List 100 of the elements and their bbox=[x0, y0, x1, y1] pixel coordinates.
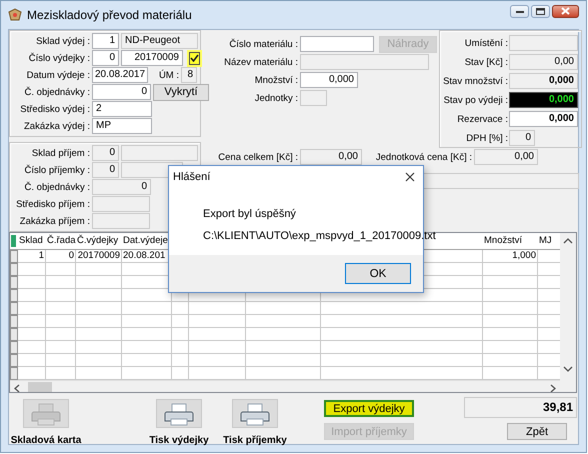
row-header[interactable] bbox=[10, 263, 18, 276]
input-field[interactable]: 0 bbox=[509, 130, 535, 146]
field-label: Stav množství : bbox=[442, 76, 508, 86]
input-field[interactable]: 0,000 bbox=[509, 92, 578, 108]
input-field[interactable]: 0 bbox=[92, 145, 119, 161]
input-field[interactable]: 2 bbox=[92, 101, 152, 117]
column-header[interactable]: Dat.výdeje bbox=[122, 233, 172, 249]
table-cell bbox=[189, 315, 246, 328]
button[interactable]: Vykrytí bbox=[153, 84, 209, 100]
checkbox[interactable] bbox=[189, 52, 200, 64]
maximize-button[interactable] bbox=[531, 4, 550, 18]
minimize-icon bbox=[516, 10, 524, 12]
window-title: Meziskladový převod materiálu bbox=[27, 8, 193, 22]
table-cell bbox=[18, 354, 46, 367]
row-header[interactable] bbox=[10, 250, 18, 263]
table-cell bbox=[18, 302, 46, 315]
ok-button[interactable]: OK bbox=[345, 263, 411, 284]
table-cell bbox=[76, 302, 122, 315]
field-label: ÚM : bbox=[158, 70, 179, 80]
row-header[interactable] bbox=[10, 289, 18, 302]
column-header[interactable]: Množství bbox=[483, 233, 538, 249]
input-field[interactable] bbox=[300, 90, 327, 106]
column-header[interactable]: MJ bbox=[538, 233, 560, 249]
table-cell bbox=[18, 328, 46, 341]
back-button[interactable]: Zpět bbox=[507, 423, 567, 440]
input-field[interactable]: 0 bbox=[92, 179, 151, 195]
field-label: Středisko výdej : bbox=[19, 104, 90, 114]
field-label: Rezervace : bbox=[456, 114, 508, 124]
field-label: Číslo příjemky : bbox=[24, 164, 90, 176]
scrollbar-thumb[interactable] bbox=[28, 382, 52, 392]
table-cell bbox=[76, 328, 122, 341]
field-label: Zakázka příjem : bbox=[18, 216, 90, 226]
table-cell bbox=[483, 315, 538, 328]
table-cell bbox=[46, 276, 76, 289]
table-cell: 1,000 bbox=[483, 250, 538, 263]
input-field[interactable]: 0 bbox=[92, 162, 119, 178]
input-field[interactable] bbox=[92, 196, 150, 212]
field-label: Číslo materiálu : bbox=[228, 38, 298, 50]
table-cell bbox=[76, 289, 122, 302]
row-header[interactable] bbox=[10, 315, 18, 328]
table-cell bbox=[172, 354, 189, 367]
minimize-button[interactable] bbox=[510, 4, 529, 18]
table-cell bbox=[189, 328, 246, 341]
row-header[interactable] bbox=[10, 328, 18, 341]
column-header[interactable]: Č.výdejky bbox=[76, 233, 122, 249]
input-field[interactable] bbox=[300, 36, 374, 52]
input-field[interactable]: MP bbox=[92, 118, 152, 134]
input-field[interactable] bbox=[121, 145, 198, 161]
input-field[interactable]: 0,000 bbox=[509, 73, 578, 89]
input-field[interactable]: 1 bbox=[92, 33, 119, 49]
table-cell bbox=[76, 315, 122, 328]
row-header[interactable] bbox=[10, 341, 18, 354]
field-label: Množství : bbox=[254, 74, 298, 86]
table-cell bbox=[46, 328, 76, 341]
table-cell bbox=[46, 354, 76, 367]
export-button[interactable]: Export výdejky bbox=[324, 400, 414, 417]
input-field[interactable]: 0,00 bbox=[300, 149, 362, 165]
input-field[interactable]: 39,81 bbox=[464, 397, 577, 418]
printer-icon bbox=[31, 402, 61, 426]
field-label: Stav po výdeji : bbox=[442, 94, 508, 106]
input-field[interactable]: 0 bbox=[92, 84, 151, 100]
column-marker-icon bbox=[11, 235, 16, 247]
field-label: Umístění : bbox=[464, 38, 508, 48]
input-field[interactable] bbox=[92, 213, 150, 229]
row-header[interactable] bbox=[10, 354, 18, 367]
maximize-icon bbox=[536, 8, 545, 14]
row-header[interactable] bbox=[10, 302, 18, 315]
input-field[interactable] bbox=[300, 54, 429, 70]
field-label: Název materiálu : bbox=[223, 56, 298, 68]
input-field[interactable] bbox=[509, 35, 578, 51]
tool-label: Skladová karta bbox=[10, 435, 82, 446]
print-button[interactable] bbox=[232, 399, 278, 428]
input-field[interactable]: 0 bbox=[92, 50, 119, 66]
table-cell bbox=[18, 289, 46, 302]
table-cell bbox=[122, 328, 172, 341]
field-label: Sklad příjem : bbox=[30, 148, 90, 158]
input-field[interactable]: 0,000 bbox=[300, 72, 358, 88]
close-icon[interactable] bbox=[405, 172, 415, 182]
field-label: Stav [Kč] : bbox=[464, 56, 508, 68]
input-field[interactable]: 8 bbox=[181, 67, 197, 83]
field-label: Č. objednávky : bbox=[24, 86, 90, 98]
close-button[interactable] bbox=[552, 4, 579, 18]
table-cell bbox=[122, 341, 172, 354]
table-cell bbox=[483, 341, 538, 354]
column-header[interactable]: Sklad bbox=[18, 233, 46, 249]
table-cell bbox=[483, 263, 538, 276]
table-cell bbox=[76, 341, 122, 354]
input-field[interactable]: ND-Peugeot bbox=[121, 33, 198, 49]
table-cell bbox=[172, 328, 189, 341]
input-field[interactable]: 0,00 bbox=[509, 54, 578, 70]
input-field[interactable]: 20.08.2017 bbox=[92, 67, 148, 83]
input-field[interactable]: 0,00 bbox=[474, 149, 538, 165]
row-header[interactable] bbox=[10, 276, 18, 289]
table-cell bbox=[46, 315, 76, 328]
print-button[interactable] bbox=[156, 399, 202, 428]
input-field[interactable]: 0,000 bbox=[509, 111, 578, 127]
input-field[interactable]: 20170009 bbox=[121, 50, 183, 66]
table-cell bbox=[122, 354, 172, 367]
field-label: DPH [%] : bbox=[465, 132, 508, 144]
column-header[interactable]: Č.řada bbox=[46, 233, 76, 249]
